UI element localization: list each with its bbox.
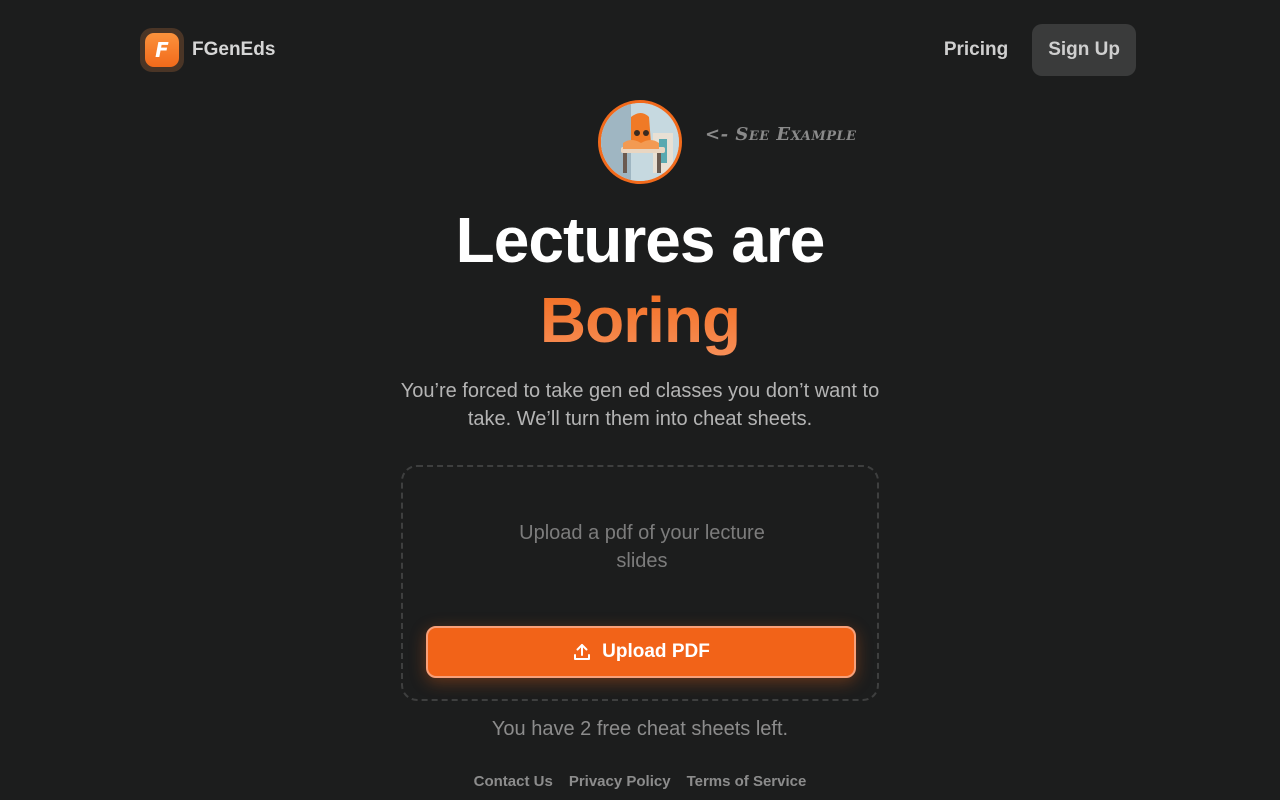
free-sheets-remaining: You have 2 free cheat sheets left. [491, 718, 789, 740]
contact-us-link[interactable]: Contact Us [474, 773, 553, 790]
upload-pdf-label: Upload PDF [602, 641, 710, 662]
footer: Contact Us Privacy Policy Terms of Servi… [0, 773, 1280, 790]
terms-of-service-link[interactable]: Terms of Service [687, 773, 807, 790]
logo-letter: F [145, 33, 179, 67]
headline-line-2: Boring [0, 280, 1280, 360]
mascot-illustration [601, 103, 679, 181]
hero-headline: Lectures are Boring [0, 200, 1280, 360]
privacy-policy-link[interactable]: Privacy Policy [569, 773, 671, 790]
upload-pdf-button[interactable]: Upload PDF [426, 626, 856, 678]
upload-icon [574, 644, 591, 660]
hero-subtitle: You’re forced to take gen ed classes you… [400, 380, 880, 430]
headline-line-1: Lectures are [455, 204, 826, 276]
brand-home-link[interactable]: F FGenEds [140, 28, 275, 72]
page: F FGenEds Pricing Sign Up <- See Example… [0, 0, 1280, 800]
top-nav: Pricing Sign Up [944, 24, 1136, 76]
brand-name: FGenEds [192, 39, 276, 60]
see-example-link[interactable]: <- See Example [705, 124, 857, 145]
example-avatar[interactable] [598, 100, 682, 184]
pdf-dropzone[interactable]: Upload a pdf of your lecture slides Uplo… [401, 465, 879, 701]
pricing-link[interactable]: Pricing [944, 39, 1008, 61]
dropzone-prompt: Upload a pdf of your lecture slides [519, 522, 765, 572]
logo-icon: F [140, 28, 184, 72]
sign-up-button[interactable]: Sign Up [1032, 24, 1136, 76]
